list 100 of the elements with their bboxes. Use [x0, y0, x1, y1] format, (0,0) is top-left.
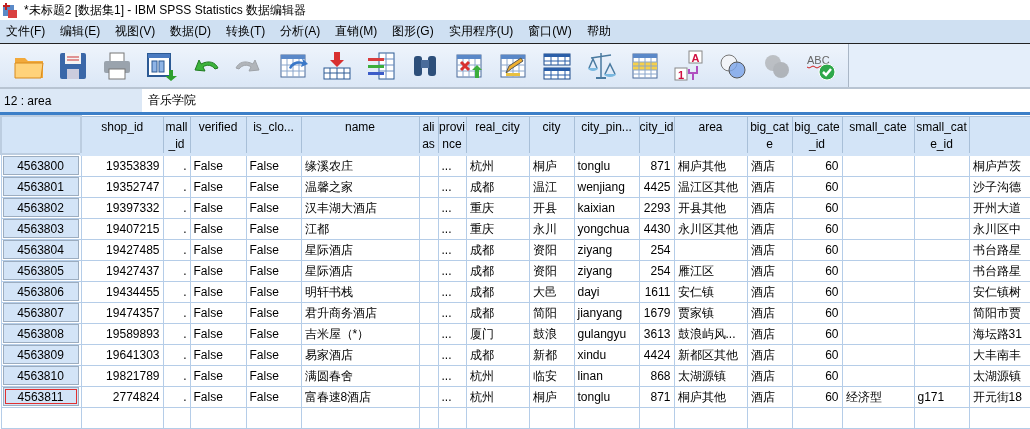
menu-item[interactable]: 直销(M) — [332, 23, 385, 40]
column-header[interactable]: city_id — [639, 116, 674, 154]
table-cell: 明轩书栈 — [301, 281, 419, 302]
column-header[interactable]: mall_id — [163, 116, 190, 154]
table-cell: . — [163, 323, 190, 344]
table-cell: False — [246, 197, 301, 218]
menu-item[interactable]: 实用程序(U) — [445, 23, 521, 40]
table-cell: . — [163, 281, 190, 302]
table-cell: 江都 — [301, 218, 419, 239]
table-cell: 19434455 — [81, 281, 163, 302]
table-cell: False — [190, 260, 246, 281]
table-cell: wenjiang — [574, 176, 639, 197]
table-cell: . — [163, 344, 190, 365]
column-header[interactable]: province — [438, 116, 466, 154]
menu-item[interactable]: 转换(T) — [223, 23, 273, 40]
row-header[interactable]: 4563811 — [2, 387, 79, 406]
table-cell: . — [163, 386, 190, 407]
table-cell: 19589893 — [81, 323, 163, 344]
column-header[interactable]: small_cate — [842, 116, 914, 154]
table-cell: 2293 — [639, 197, 674, 218]
table-cell: 19427437 — [81, 260, 163, 281]
column-header[interactable]: small_cate_id — [914, 116, 969, 154]
table-cell: ... — [438, 365, 466, 386]
menu-item[interactable]: 图形(G) — [389, 23, 441, 40]
column-header[interactable]: shop_id — [81, 116, 163, 154]
table-cell: . — [163, 239, 190, 260]
column-header[interactable]: is_clo... — [246, 116, 301, 154]
row-header[interactable]: 4563805 — [2, 261, 79, 280]
table-cell: False — [190, 281, 246, 302]
cell-value-field[interactable]: 音乐学院 — [142, 89, 1030, 112]
table-cell: False — [246, 344, 301, 365]
column-header[interactable]: real_city — [466, 116, 529, 154]
column-header[interactable]: big_cate_id — [792, 116, 842, 154]
row-header[interactable]: 4563804 — [2, 240, 79, 259]
table-cell: 酒店 — [747, 176, 792, 197]
app-icon — [2, 2, 18, 18]
row-header[interactable]: 4563800 — [2, 155, 79, 175]
table-cell: 酒店 — [747, 218, 792, 239]
menu-item[interactable]: 窗口(W) — [525, 23, 579, 40]
menu-item[interactable]: 视图(V) — [112, 23, 163, 40]
table-cell: 杭州 — [466, 154, 529, 176]
table-cell: 鼓浪 — [529, 323, 574, 344]
column-header[interactable]: verified — [190, 116, 246, 154]
column-header[interactable]: area — [674, 116, 747, 154]
table-cell: 60 — [792, 176, 842, 197]
table-cell: 酒店 — [747, 260, 792, 281]
table-cell: 桐庐 — [529, 154, 574, 176]
table-cell: g171 — [914, 386, 969, 407]
table-cell: 开县 — [529, 197, 574, 218]
menu-item[interactable]: 数据(D) — [167, 23, 218, 40]
menu-item[interactable]: 分析(A) — [277, 23, 328, 40]
table-cell: 临安 — [529, 365, 574, 386]
table-cell: False — [190, 302, 246, 323]
table-cell: False — [246, 260, 301, 281]
row-header[interactable]: 4563807 — [2, 303, 79, 322]
table-cell: False — [190, 386, 246, 407]
table-cell: 开县其他 — [674, 197, 747, 218]
row-header[interactable]: 4563803 — [2, 219, 79, 238]
column-header[interactable]: city — [529, 116, 574, 154]
table-cell: 2774824 — [81, 386, 163, 407]
table-cell: ... — [438, 197, 466, 218]
row-header[interactable]: 4563810 — [2, 366, 79, 385]
row-header[interactable]: 4563808 — [2, 324, 79, 343]
table-cell: . — [163, 176, 190, 197]
row-header[interactable]: 4563802 — [2, 198, 79, 217]
table-cell: 4424 — [639, 344, 674, 365]
table-cell: 60 — [792, 154, 842, 176]
table-cell: 酒店 — [747, 323, 792, 344]
row-header[interactable]: 4563806 — [2, 282, 79, 301]
table-cell: . — [163, 197, 190, 218]
table-cell: 成都 — [466, 260, 529, 281]
column-header[interactable]: big_cate — [747, 116, 792, 154]
table-cell: 温江区其他 — [674, 176, 747, 197]
cell-location: 12 : area — [0, 89, 142, 112]
table-cell: 吉米屋（*） — [301, 323, 419, 344]
table-cell: False — [246, 323, 301, 344]
column-header[interactable]: city_pin... — [574, 116, 639, 154]
menu-item[interactable]: 帮助 — [583, 23, 618, 40]
row-header[interactable]: 4563801 — [2, 177, 79, 196]
table-cell: 1611 — [639, 281, 674, 302]
table-cell: 星际酒店 — [301, 239, 419, 260]
table-cell: 永川区其他 — [674, 218, 747, 239]
table-cell: 19352747 — [81, 176, 163, 197]
table-cell: 60 — [792, 344, 842, 365]
column-header[interactable]: name — [301, 116, 419, 154]
row-header[interactable]: 4563809 — [2, 345, 79, 364]
menu-item[interactable]: 编辑(E) — [57, 23, 108, 40]
table-cell: 酒店 — [747, 365, 792, 386]
table-cell: 雁江区 — [674, 260, 747, 281]
table-cell: 4430 — [639, 218, 674, 239]
table-cell: 酒店 — [747, 154, 792, 176]
table-cell: 60 — [792, 386, 842, 407]
table-cell: 成都 — [466, 239, 529, 260]
table-cell: 桐庐其他 — [674, 386, 747, 407]
window-title: *未标题2 [数据集1] - IBM SPSS Statistics 数据编辑器 — [24, 1, 307, 19]
table-cell: 易家酒店 — [301, 344, 419, 365]
table-cell: ... — [438, 260, 466, 281]
table-cell: 新都 — [529, 344, 574, 365]
table-cell: 富春速8酒店 — [301, 386, 419, 407]
menu-item[interactable]: 文件(F) — [3, 23, 53, 40]
